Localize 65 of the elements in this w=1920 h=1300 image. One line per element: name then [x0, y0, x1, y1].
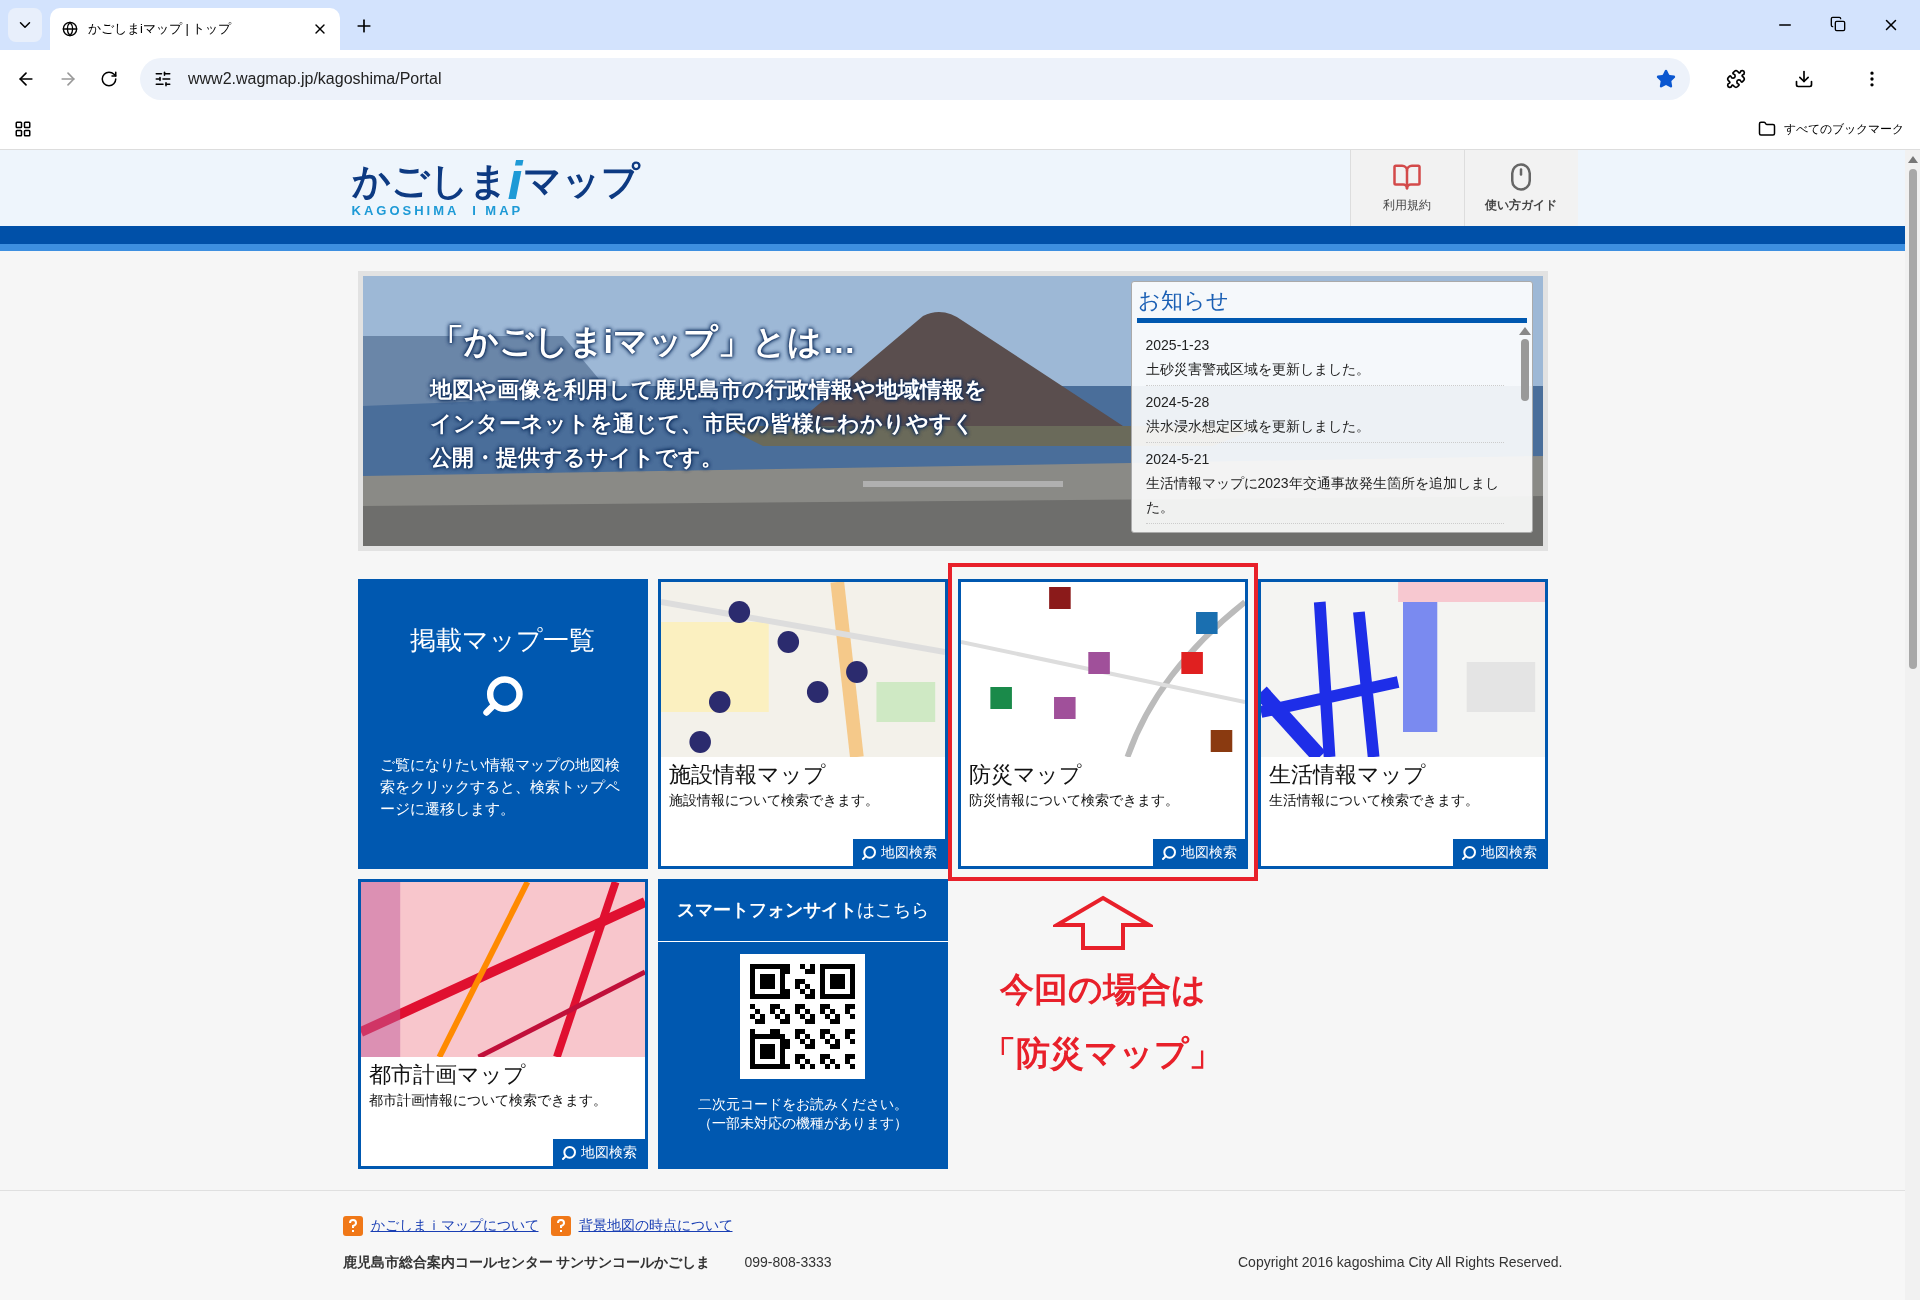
url-text: www2.wagmap.jp/kagoshima/Portal — [188, 69, 443, 89]
all-bookmarks-link[interactable]: すべてのブックマーク — [1784, 119, 1904, 138]
map-description: 施設情報について検索できます。 — [667, 791, 880, 810]
site-settings-icon[interactable] — [154, 70, 172, 88]
map-card[interactable]: 都市計画マップ 都市計画情報について検索できます。 地図検索 — [357, 879, 648, 1169]
qr-code-icon — [740, 954, 865, 1079]
browser-tab[interactable]: かごしまiマップ | トップ — [50, 8, 340, 50]
copyright-text: Copyright 2016 kagoshima City All Rights Reserved. — [1238, 1253, 1563, 1272]
map-title: 生活情報マップ — [1267, 761, 1427, 789]
header-button[interactable]: 利用規約 — [1349, 150, 1464, 226]
map-description: 防災情報について検索できます。 — [967, 791, 1180, 810]
notice-text[interactable]: 洪水浸水想定区域を更新しました。 — [1145, 414, 1504, 438]
map-search-button[interactable]: 地図検索 — [1452, 839, 1545, 866]
tab-title: かごしまiマップ | トップ — [88, 20, 233, 39]
map-title: 施設情報マップ — [667, 761, 827, 789]
search-icon — [1160, 844, 1177, 861]
apps-icon[interactable] — [14, 119, 32, 138]
search-icon — [480, 674, 525, 718]
notice-date: 2025-1-23 — [1145, 336, 1211, 355]
qr-note: 二次元コードをお読みください。 （一部未対応の機種があります） — [697, 1095, 908, 1133]
map-search-button[interactable]: 地図検索 — [852, 839, 945, 866]
phone-number: 099-808-3333 — [744, 1253, 832, 1272]
map-description: 都市計画情報について検索できます。 — [367, 1091, 608, 1110]
globe-icon — [62, 21, 78, 37]
annotation-text: 今回の場合は 「防災マップ」 — [982, 969, 1223, 1074]
banner-heading: 「かごしまiマップ」とは… — [429, 321, 857, 362]
map-list-card[interactable]: 掲載マップ一覧 ご覧になりたい情報マップの地図検索をクリックすると、検索トップページに遷移します。 — [357, 579, 648, 869]
help-icon — [342, 1215, 363, 1236]
page-scrollbar[interactable] — [1905, 150, 1920, 1300]
map-card[interactable]: 生活情報マップ 生活情報について検索できます。 地図検索 — [1257, 579, 1548, 869]
map-card[interactable]: 施設情報マップ 施設情報について検索できます。 地図検索 — [657, 579, 948, 869]
restore-icon[interactable] — [1830, 16, 1846, 32]
map-title: 都市計画マップ — [367, 1061, 527, 1089]
book-icon — [1390, 162, 1424, 192]
map-search-button[interactable]: 地図検索 — [1152, 839, 1245, 866]
site-logo[interactable]: かごしま iマップ KAGOSHIMA I MAP — [351, 159, 640, 217]
footer-link[interactable]: 背景地図の時点について — [578, 1215, 733, 1236]
reload-icon[interactable] — [100, 70, 118, 88]
card-title: スマートフォンサイト はこちら — [657, 879, 948, 942]
folder-icon — [1758, 119, 1776, 138]
map-title: 防災マップ — [967, 761, 1083, 789]
notice-text[interactable]: 生活情報マップに2023年交通事故発生箇所を追加しました。 — [1145, 471, 1504, 519]
footer-link[interactable]: かごしまｉマップについて — [370, 1215, 539, 1236]
extensions-icon[interactable] — [1726, 69, 1746, 89]
notice-date: 2024-5-28 — [1145, 393, 1211, 412]
smartphone-card[interactable]: スマートフォンサイト はこちら 二次元コードをお読みください。 （一部未対応の機種があります） — [657, 879, 948, 1169]
banner-text: 地図や画像を利用して鹿児島市の行政情報や地域情報を インターネットを通じて、市民の皆様にわかりやすく 公開・提供するサイトです。 — [429, 376, 988, 472]
address-bar[interactable]: www2.wagmap.jp/kagoshima/Portal — [140, 58, 1690, 100]
card-title: 掲載マップ一覧 — [410, 624, 595, 657]
notice-title: お知らせ — [1136, 287, 1230, 315]
notice-text[interactable]: 土砂災害警戒区域を更新しました。 — [1145, 357, 1504, 381]
download-icon[interactable] — [1794, 69, 1814, 89]
up-arrow-icon — [1052, 895, 1153, 951]
help-icon — [550, 1215, 571, 1236]
search-icon — [1460, 844, 1477, 861]
search-icon — [560, 1144, 577, 1161]
header-button[interactable]: 使い方ガイド — [1463, 150, 1578, 226]
search-icon — [860, 844, 877, 861]
map-search-button[interactable]: 地図検索 — [552, 1139, 645, 1166]
card-description: ご覧になりたい情報マップの地図検索をクリックすると、検索トップページに遷移します。 — [378, 755, 621, 819]
call-center-name: 鹿児島市総合案内コールセンター サンサンコールかごしま — [342, 1253, 711, 1272]
map-card[interactable]: 防災マップ 防災情報について検索できます。 地図検索 — [957, 579, 1248, 869]
notice-date: 2024-5-21 — [1145, 450, 1211, 469]
star-icon[interactable] — [1656, 69, 1676, 89]
map-description: 生活情報について検索できます。 — [1267, 791, 1480, 810]
